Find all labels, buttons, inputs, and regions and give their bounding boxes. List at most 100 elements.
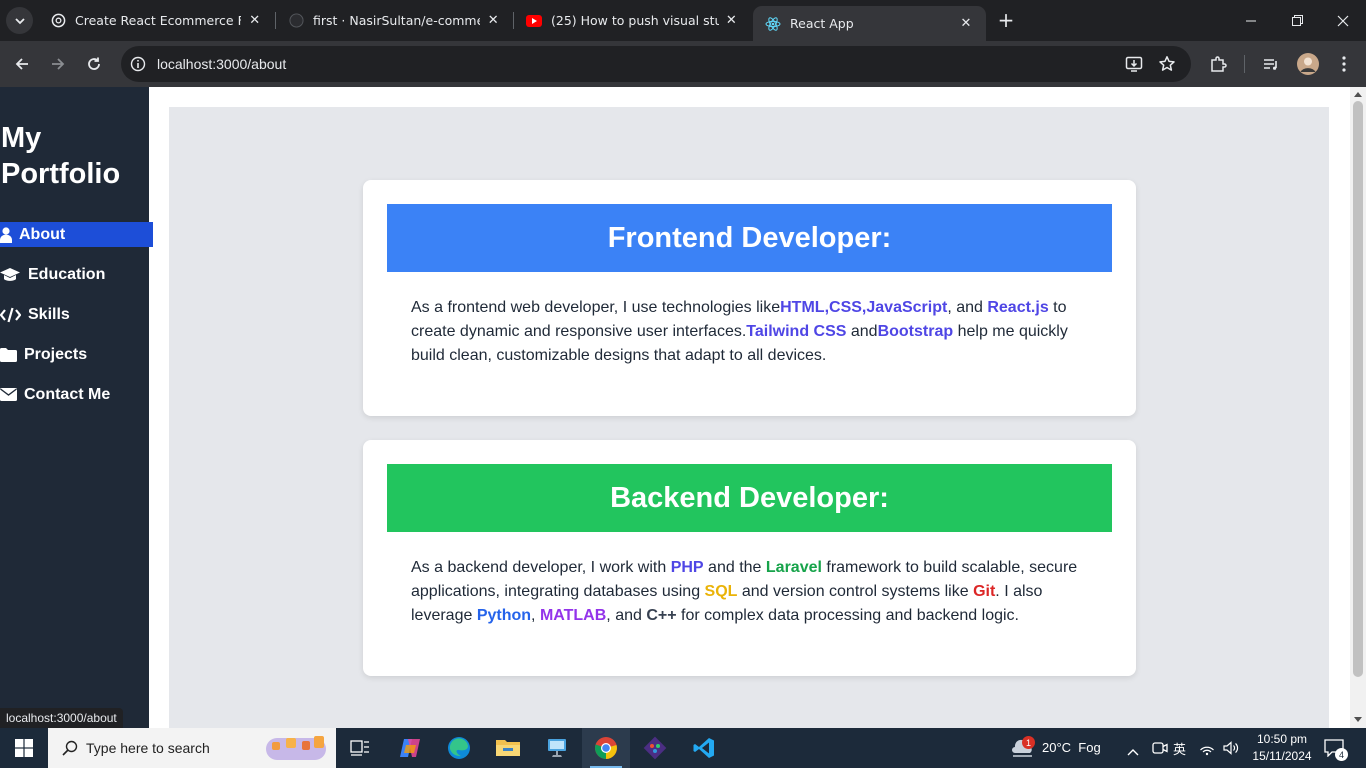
backend-card-text: As a backend developer, I work with PHP … (411, 556, 1091, 628)
frontend-card-text: As a frontend web developer, I use techn… (411, 296, 1091, 368)
weather-alert-badge: 1 (1022, 736, 1035, 749)
sidebar-item-label: Education (28, 265, 106, 283)
css-tech: CSS (829, 299, 862, 316)
matlab-tech: MATLAB (539, 607, 607, 624)
computer-icon (548, 739, 566, 757)
tab-youtube[interactable]: (25) How to push visual studio c ✕ (514, 0, 750, 41)
html-tech: HTML (780, 299, 825, 316)
sidebar-item-projects[interactable]: Projects (0, 342, 87, 367)
task-view-icon (350, 740, 369, 756)
tab-react-app[interactable]: React App ✕ (753, 6, 986, 41)
restore-icon (1291, 15, 1303, 26)
copilot-icon (400, 739, 420, 757)
install-app-icon[interactable] (1125, 55, 1143, 77)
arrow-left-icon (15, 58, 28, 70)
git-tech: Git (973, 583, 996, 600)
cpp-tech: C++ (646, 607, 677, 624)
sidebar: My Portfolio About Education Skills Proj… (0, 87, 153, 728)
tailwind-tech: Tailwind CSS (746, 323, 847, 340)
sidebar-item-education[interactable]: Education (0, 262, 105, 287)
text-segment: and the (703, 559, 766, 576)
minimize-button[interactable] (1228, 0, 1274, 41)
show-hidden-icons-button[interactable] (1126, 742, 1140, 761)
restore-button[interactable] (1274, 0, 1320, 41)
scrollbar-thumb[interactable] (1353, 101, 1363, 677)
address-bar[interactable]: localhost:3000/about (121, 46, 1191, 82)
git-icon (643, 736, 667, 760)
reload-button[interactable] (80, 50, 108, 78)
task-view-button[interactable] (336, 728, 384, 768)
meet-now-icon[interactable] (1152, 740, 1168, 760)
more-vert-icon (1342, 56, 1346, 72)
backend-card-title: Backend Developer: (610, 481, 889, 514)
clock-time[interactable]: 10:50 pm (1254, 732, 1310, 746)
sidebar-item-label: About (19, 225, 66, 243)
arrow-right-icon (52, 58, 65, 70)
chatgpt-icon (50, 13, 66, 29)
puzzle-icon (1211, 56, 1227, 72)
forward-button[interactable] (44, 50, 72, 78)
envelope-icon (0, 388, 24, 401)
reload-icon (88, 57, 100, 70)
scroll-down-arrow-icon[interactable] (1354, 717, 1362, 722)
close-tab-icon[interactable]: ✕ (486, 13, 500, 29)
javascript-tech: JavaScript (866, 299, 948, 316)
react-icon (765, 16, 781, 32)
close-tab-icon[interactable]: ✕ (725, 13, 738, 29)
vscode-app[interactable] (680, 728, 728, 768)
copilot-app[interactable] (386, 728, 434, 768)
media-control-button[interactable] (1257, 50, 1285, 78)
sidebar-item-contact[interactable]: Contact Me (0, 382, 110, 407)
bootstrap-tech: Bootstrap (877, 323, 954, 340)
weather-text[interactable]: 20°C Fog (1042, 740, 1101, 755)
page-scrollbar[interactable] (1350, 87, 1366, 728)
graduation-cap-icon (0, 267, 28, 283)
profile-avatar[interactable] (1294, 50, 1322, 78)
close-tab-icon[interactable]: ✕ (247, 13, 262, 29)
file-explorer-app[interactable] (484, 728, 532, 768)
youtube-icon (526, 13, 542, 29)
tab-title: first · NasirSultan/e-commerce- (313, 13, 480, 28)
close-window-button[interactable] (1320, 0, 1366, 41)
url-text: localhost:3000/about (157, 56, 287, 72)
python-tech: Python (476, 607, 532, 624)
scroll-up-arrow-icon[interactable] (1354, 92, 1362, 97)
close-tab-icon[interactable]: ✕ (958, 16, 974, 32)
frontend-card-header: Frontend Developer: (387, 204, 1112, 272)
start-button[interactable] (0, 728, 48, 768)
text-segment: , and (947, 299, 988, 316)
chrome-app[interactable] (582, 728, 630, 768)
wifi-icon[interactable] (1199, 740, 1215, 760)
tab-github[interactable]: first · NasirSultan/e-commerce- ✕ (276, 0, 512, 41)
site-info-icon[interactable] (130, 56, 146, 76)
git-gui-app[interactable] (631, 728, 679, 768)
new-tab-button[interactable]: + (994, 8, 1018, 32)
text-segment: and (846, 323, 878, 340)
edge-app[interactable] (435, 728, 483, 768)
text-segment: and version control systems like (737, 583, 974, 600)
browser-menu-button[interactable] (1330, 50, 1358, 78)
php-tech: PHP (670, 559, 704, 576)
back-button[interactable] (8, 50, 36, 78)
extensions-button[interactable] (1204, 50, 1232, 78)
brand-line-1: My (1, 122, 42, 154)
input-language-indicator[interactable]: 英 (1173, 739, 1186, 758)
laravel-tech: Laravel (765, 559, 822, 576)
tab-search-button[interactable] (6, 7, 33, 34)
vscode-icon (693, 738, 714, 758)
clock-date[interactable]: 15/11/2024 (1250, 749, 1314, 763)
remote-desktop-app[interactable] (533, 728, 581, 768)
toolbar-divider (1244, 55, 1245, 73)
tab-title: (25) How to push visual studio c (551, 13, 719, 28)
taskbar-search-box[interactable]: Type here to search (48, 728, 336, 768)
sidebar-item-about[interactable]: About (0, 222, 153, 247)
bookmark-star-icon[interactable] (1158, 55, 1176, 77)
volume-icon[interactable] (1222, 740, 1240, 760)
tab-title: React App (790, 16, 854, 31)
brand-title: My Portfolio (1, 120, 120, 192)
chrome-icon (595, 737, 617, 759)
link-status-bubble: localhost:3000/about (0, 708, 123, 728)
backend-card: Backend Developer: As a backend develope… (363, 440, 1136, 676)
sidebar-item-skills[interactable]: Skills (0, 302, 70, 327)
tab-create-react[interactable]: Create React Ecommerce File ✕ (38, 0, 274, 41)
